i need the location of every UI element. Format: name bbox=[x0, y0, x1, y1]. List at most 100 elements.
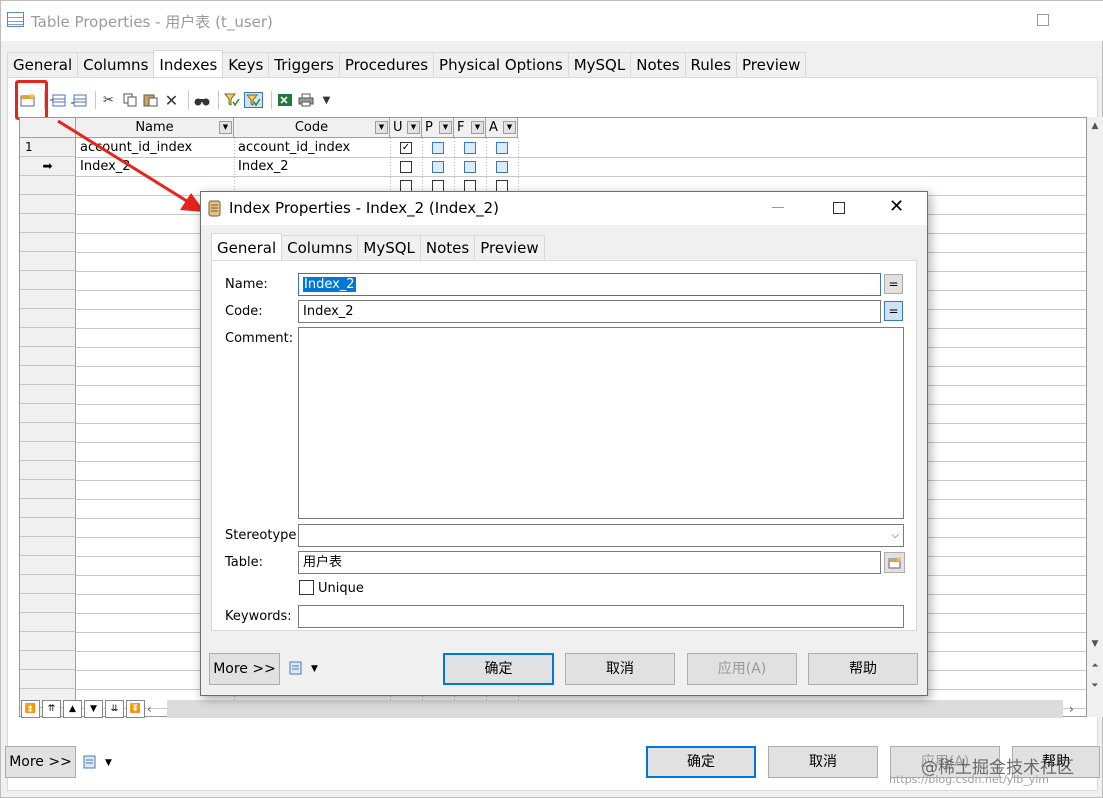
dialog-cancel-button[interactable]: 取消 bbox=[565, 653, 675, 685]
alternate-checkbox[interactable] bbox=[496, 142, 508, 154]
move-page-up-button[interactable]: ⇈ bbox=[42, 700, 61, 718]
tab-physical-options[interactable]: Physical Options bbox=[433, 52, 569, 78]
filter-icon[interactable] bbox=[223, 92, 240, 108]
index-name-cell[interactable]: account_id_index bbox=[76, 138, 192, 157]
ok-button[interactable]: 确定 bbox=[646, 746, 756, 778]
more-button[interactable]: More >> bbox=[5, 746, 76, 778]
index-code-cell[interactable]: account_id_index bbox=[234, 138, 350, 157]
tab-notes[interactable]: Notes bbox=[630, 52, 686, 78]
stereotype-select[interactable]: ⌵ bbox=[298, 524, 904, 547]
row-number[interactable]: 1 bbox=[20, 138, 76, 157]
column-header-foreign[interactable]: F ▼ bbox=[454, 118, 486, 138]
maximize-button[interactable] bbox=[833, 202, 845, 214]
chevron-down-icon[interactable]: ▼ bbox=[375, 121, 388, 134]
keywords-field[interactable] bbox=[298, 605, 904, 628]
scroll-left-icon[interactable]: ‹ bbox=[147, 700, 161, 718]
table-properties-icon[interactable] bbox=[884, 552, 905, 573]
foreign-checkbox[interactable] bbox=[464, 142, 476, 154]
insert-row-icon[interactable] bbox=[70, 92, 87, 108]
minimize-button[interactable] bbox=[772, 207, 784, 208]
dialog-more-button[interactable]: More >> bbox=[209, 653, 280, 685]
primary-checkbox[interactable] bbox=[432, 142, 444, 154]
dialog-ok-button[interactable]: 确定 bbox=[443, 653, 554, 685]
scroll-top-icon[interactable]: ⏶ bbox=[1087, 657, 1103, 675]
move-bottom-button[interactable]: ⏬ bbox=[126, 700, 145, 718]
find-icon[interactable] bbox=[193, 92, 210, 108]
cut-icon[interactable]: ✂ bbox=[100, 92, 117, 108]
scroll-up-icon[interactable]: ▲ bbox=[1087, 117, 1103, 135]
index-name-cell[interactable]: Index_2 bbox=[76, 157, 131, 176]
tab-indexes[interactable]: Indexes bbox=[153, 50, 224, 77]
dropdown-arrow-icon[interactable]: ▼ bbox=[311, 664, 318, 674]
column-header-name[interactable]: Name ▼ bbox=[76, 118, 234, 138]
chevron-down-icon[interactable]: ▼ bbox=[503, 121, 516, 134]
dialog-tab-general[interactable]: General bbox=[211, 233, 283, 260]
cancel-button[interactable]: 取消 bbox=[768, 746, 878, 778]
dialog-tab-mysql[interactable]: MySQL bbox=[357, 235, 421, 261]
table-field[interactable]: 用户表 bbox=[298, 551, 881, 574]
vertical-scrollbar[interactable]: ▲ ▼ ⏶ ⏷ bbox=[1087, 117, 1103, 717]
document-icon[interactable] bbox=[289, 661, 303, 675]
document-icon[interactable] bbox=[83, 755, 97, 769]
close-icon[interactable]: ✕ bbox=[889, 197, 904, 217]
dropdown-arrow-icon[interactable]: ▼ bbox=[105, 758, 112, 768]
customize-columns-icon[interactable] bbox=[244, 92, 263, 108]
name-sync-button[interactable]: = bbox=[884, 274, 903, 294]
dialog-tab-notes[interactable]: Notes bbox=[419, 235, 476, 261]
tab-general[interactable]: General bbox=[7, 52, 79, 78]
move-top-button[interactable]: ⏫ bbox=[21, 700, 40, 718]
watermark-url: https://blog.csdn.net/ylb_ylm bbox=[889, 773, 1049, 786]
tab-keys[interactable]: Keys bbox=[222, 52, 270, 78]
chevron-down-icon[interactable]: ⌵ bbox=[891, 525, 899, 546]
column-header-primary[interactable]: P ▼ bbox=[422, 118, 454, 138]
scroll-right-icon[interactable]: › bbox=[1069, 700, 1083, 718]
dropdown-arrow-icon[interactable]: ▼ bbox=[318, 92, 335, 108]
comment-textarea[interactable] bbox=[298, 327, 904, 519]
code-field[interactable]: Index_2 bbox=[298, 300, 881, 323]
table-icon bbox=[7, 12, 24, 27]
horizontal-scrollbar[interactable] bbox=[167, 700, 1063, 718]
row-header-cell bbox=[20, 537, 76, 556]
copy-icon[interactable] bbox=[121, 92, 138, 108]
chevron-down-icon[interactable]: ▼ bbox=[471, 121, 484, 134]
column-header-alternate[interactable]: A ▼ bbox=[486, 118, 518, 138]
print-icon[interactable] bbox=[297, 92, 314, 108]
unique-checkbox[interactable]: ✓ bbox=[400, 142, 412, 154]
chevron-down-icon[interactable]: ▼ bbox=[439, 121, 452, 134]
row-header-cell bbox=[20, 214, 76, 233]
column-header-code[interactable]: Code ▼ bbox=[234, 118, 390, 138]
tab-triggers[interactable]: Triggers bbox=[268, 52, 340, 78]
chevron-down-icon[interactable]: ▼ bbox=[219, 121, 232, 134]
name-field[interactable]: Index_2 bbox=[298, 273, 881, 296]
alternate-checkbox[interactable] bbox=[496, 161, 508, 173]
tab-preview[interactable]: Preview bbox=[736, 52, 807, 78]
tab-rules[interactable]: Rules bbox=[684, 52, 738, 78]
dialog-tab-columns[interactable]: Columns bbox=[281, 235, 359, 261]
add-row-icon[interactable] bbox=[49, 92, 66, 108]
index-code-cell[interactable]: Index_2 bbox=[234, 157, 289, 176]
tab-procedures[interactable]: Procedures bbox=[338, 52, 435, 78]
dialog-tab-preview[interactable]: Preview bbox=[474, 235, 545, 261]
delete-icon[interactable]: ✕ bbox=[163, 91, 180, 110]
tab-columns[interactable]: Columns bbox=[77, 52, 155, 78]
code-sync-button[interactable]: = bbox=[884, 301, 903, 321]
excel-export-icon[interactable] bbox=[276, 92, 293, 108]
row-header-cell bbox=[20, 670, 76, 689]
dialog-apply-button[interactable]: 应用(A) bbox=[687, 653, 797, 685]
unique-checkbox[interactable] bbox=[299, 580, 314, 595]
move-down-button[interactable]: ▼ bbox=[84, 700, 103, 718]
column-header-unique[interactable]: U ▼ bbox=[390, 118, 422, 138]
tab-mysql[interactable]: MySQL bbox=[567, 52, 632, 78]
paste-icon[interactable] bbox=[142, 92, 159, 108]
move-up-button[interactable]: ▲ bbox=[63, 700, 82, 718]
maximize-button[interactable] bbox=[1037, 14, 1049, 26]
scroll-down-icon[interactable]: ▼ bbox=[1087, 635, 1103, 653]
dialog-help-button[interactable]: 帮助 bbox=[808, 653, 918, 685]
highlight-box bbox=[15, 80, 48, 120]
foreign-checkbox[interactable] bbox=[464, 161, 476, 173]
move-page-down-button[interactable]: ⇊ bbox=[105, 700, 124, 718]
chevron-down-icon[interactable]: ▼ bbox=[407, 121, 420, 134]
unique-checkbox[interactable] bbox=[400, 161, 412, 173]
scroll-bottom-icon[interactable]: ⏷ bbox=[1087, 677, 1103, 695]
primary-checkbox[interactable] bbox=[432, 161, 444, 173]
